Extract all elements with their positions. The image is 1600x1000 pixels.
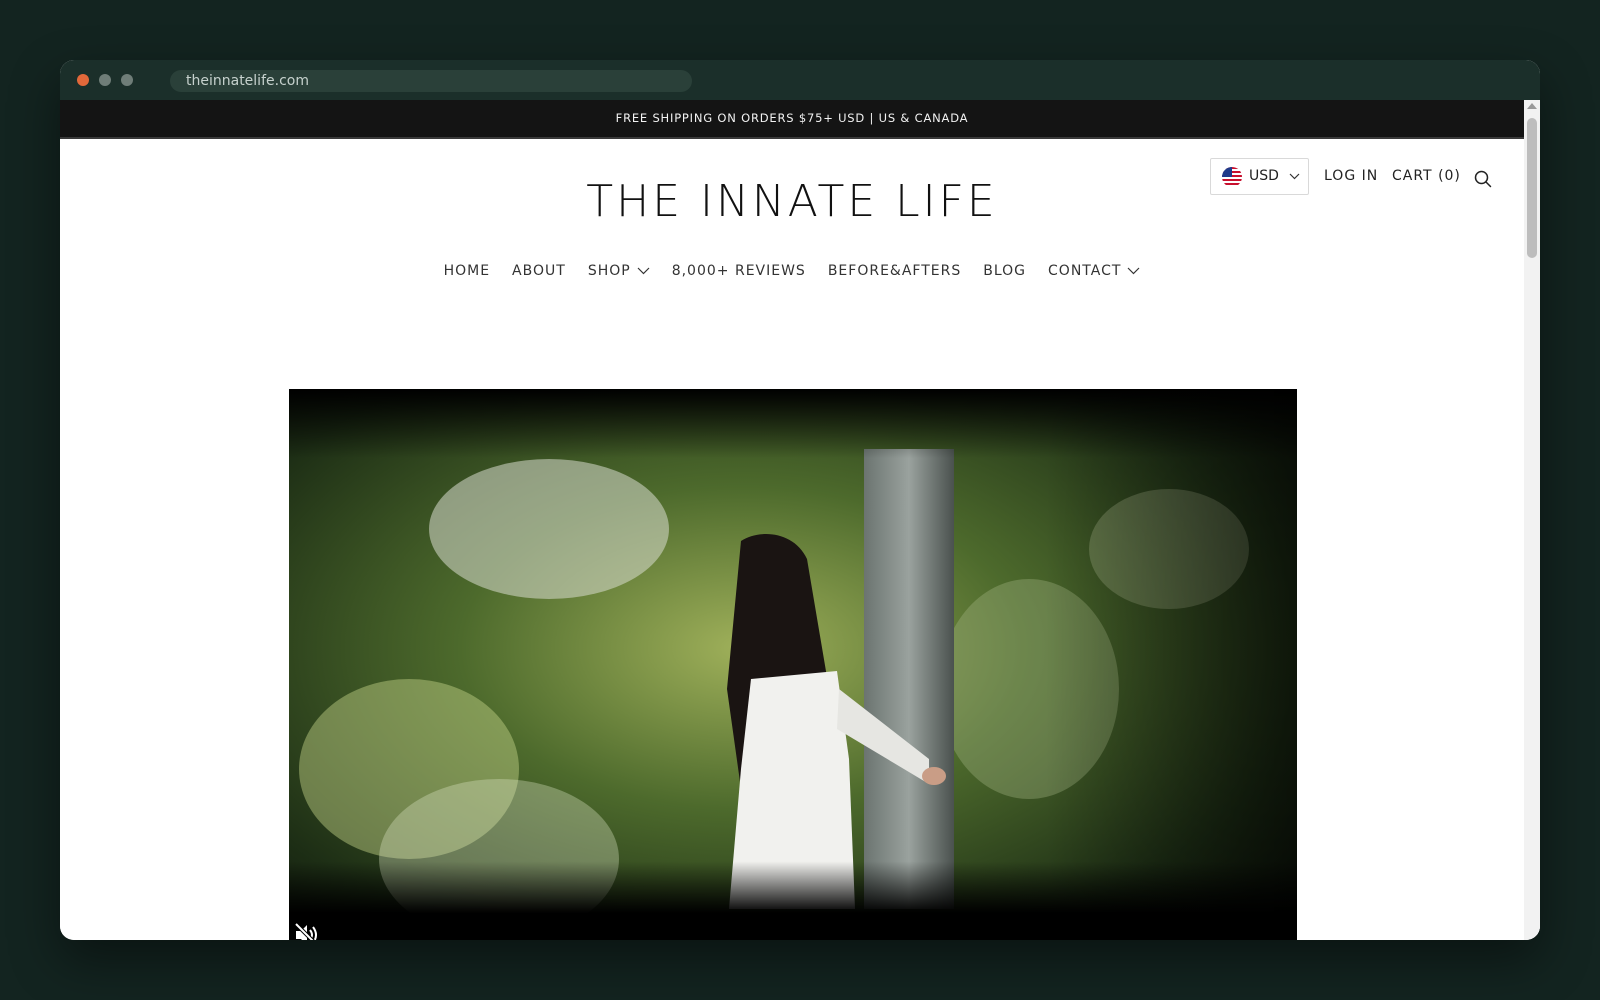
chevron-down-icon bbox=[1289, 173, 1300, 180]
nav-label: SHOP bbox=[587, 263, 631, 279]
nav-item-blog[interactable]: BLOG bbox=[983, 263, 1026, 279]
scrollbar-thumb[interactable] bbox=[1527, 118, 1537, 258]
nav-item-before-afters[interactable]: BEFORE&AFTERS bbox=[828, 263, 961, 279]
nav-label: HOME bbox=[443, 263, 491, 279]
scroll-up-arrow-icon[interactable] bbox=[1527, 103, 1537, 109]
nav-item-home[interactable]: HOME bbox=[444, 263, 490, 279]
currency-selector[interactable]: USD bbox=[1210, 158, 1309, 195]
muted-speaker-icon[interactable] bbox=[293, 921, 321, 940]
us-flag-icon bbox=[1222, 167, 1242, 187]
nav-item-about[interactable]: ABOUT bbox=[512, 263, 566, 279]
maximize-window-button[interactable] bbox=[121, 74, 133, 86]
nav-item-contact[interactable]: CONTACT bbox=[1048, 263, 1140, 279]
page-scrollbar[interactable] bbox=[1524, 100, 1540, 940]
announcement-divider bbox=[60, 137, 1524, 139]
nav-item-reviews[interactable]: 8,000+ REVIEWS bbox=[672, 263, 806, 279]
nav-label: BLOG bbox=[983, 263, 1027, 279]
page-viewport: FREE SHIPPING ON ORDERS $75+ USD | US & … bbox=[60, 100, 1540, 940]
currency-label: USD bbox=[1249, 168, 1279, 184]
nav-label: CONTACT bbox=[1048, 263, 1122, 279]
minimize-window-button[interactable] bbox=[99, 74, 111, 86]
browser-window: theinnatelife.com FREE SHIPPING ON ORDER… bbox=[60, 60, 1540, 940]
chevron-down-icon bbox=[1127, 267, 1140, 275]
browser-titlebar: theinnatelife.com bbox=[60, 60, 1540, 100]
login-link[interactable]: LOG IN bbox=[1324, 168, 1378, 184]
nav-item-shop[interactable]: SHOP bbox=[588, 263, 650, 279]
announcement-bar: FREE SHIPPING ON ORDERS $75+ USD | US & … bbox=[60, 100, 1524, 139]
chevron-down-icon bbox=[637, 267, 650, 275]
hero-video-frame bbox=[289, 389, 1297, 940]
address-bar[interactable]: theinnatelife.com bbox=[170, 70, 692, 92]
nav-label: ABOUT bbox=[512, 263, 566, 279]
nav-label: 8,000+ REVIEWS bbox=[671, 263, 806, 279]
hero-video[interactable] bbox=[289, 389, 1297, 940]
close-window-button[interactable] bbox=[77, 74, 89, 86]
search-icon[interactable] bbox=[1474, 170, 1492, 188]
nav-label: BEFORE&AFTERS bbox=[827, 263, 962, 279]
cart-link[interactable]: CART (0) bbox=[1392, 168, 1461, 184]
main-navigation: HOME ABOUT SHOP 8,000+ REVIEWS BEFORE&AF… bbox=[60, 263, 1524, 279]
